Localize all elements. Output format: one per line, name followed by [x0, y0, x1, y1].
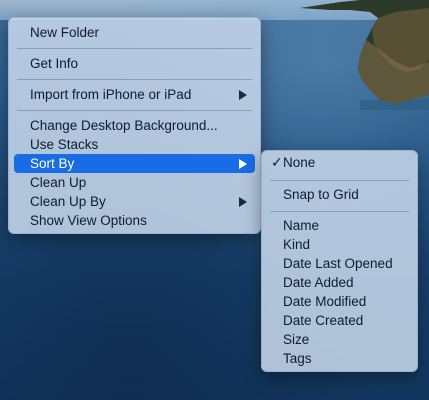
menu-separator	[17, 79, 252, 80]
menu-separator	[270, 211, 409, 212]
menu-item-label: Date Added	[283, 275, 354, 290]
menu-item-label: Change Desktop Background...	[30, 118, 218, 133]
submenu-item-name[interactable]: Name	[267, 216, 412, 235]
menu-item-new-folder[interactable]: New Folder	[14, 23, 255, 42]
menu-item-label: Date Modified	[283, 294, 367, 309]
menu-item-sort-by[interactable]: Sort By	[14, 154, 255, 173]
menu-item-clean-up-by[interactable]: Clean Up By	[14, 192, 255, 211]
menu-item-label: Sort By	[30, 156, 75, 171]
menu-item-label: Tags	[283, 351, 312, 366]
submenu-item-tags[interactable]: Tags	[267, 349, 412, 368]
submenu-item-size[interactable]: Size	[267, 330, 412, 349]
menu-item-label: Import from iPhone or iPad	[30, 87, 192, 102]
checkmark-icon: ✓	[271, 154, 283, 170]
menu-item-label: Clean Up By	[30, 194, 106, 209]
chevron-right-icon	[239, 90, 247, 100]
menu-item-label: Date Created	[283, 313, 364, 328]
menu-item-label: Show View Options	[30, 213, 147, 228]
menu-item-label: Get Info	[30, 56, 79, 71]
menu-separator	[17, 48, 252, 49]
submenu-item-date-last-opened[interactable]: Date Last Opened	[267, 254, 412, 273]
menu-item-clean-up[interactable]: Clean Up	[14, 173, 255, 192]
desktop-context-menu: New Folder Get Info Import from iPhone o…	[8, 17, 261, 234]
menu-item-label: Date Last Opened	[283, 256, 393, 271]
menu-item-label: Use Stacks	[30, 137, 99, 152]
chevron-right-icon	[239, 159, 247, 169]
chevron-right-icon	[239, 197, 247, 207]
menu-item-label: Name	[283, 218, 320, 233]
wallpaper-island	[300, 0, 429, 110]
submenu-item-none[interactable]: ✓ None	[267, 153, 412, 172]
menu-item-show-view-options[interactable]: Show View Options	[14, 211, 255, 230]
submenu-item-date-added[interactable]: Date Added	[267, 273, 412, 292]
menu-item-use-stacks[interactable]: Use Stacks	[14, 135, 255, 154]
menu-item-import-from-iphone[interactable]: Import from iPhone or iPad	[14, 85, 255, 104]
menu-item-get-info[interactable]: Get Info	[14, 54, 255, 73]
menu-item-label: New Folder	[30, 25, 100, 40]
menu-item-label: Clean Up	[30, 175, 87, 190]
menu-item-label: None	[283, 155, 316, 170]
submenu-item-date-modified[interactable]: Date Modified	[267, 292, 412, 311]
submenu-item-date-created[interactable]: Date Created	[267, 311, 412, 330]
menu-separator	[270, 180, 409, 181]
menu-item-change-desktop-background[interactable]: Change Desktop Background...	[14, 116, 255, 135]
submenu-item-snap-to-grid[interactable]: Snap to Grid	[267, 185, 412, 204]
menu-item-label: Size	[283, 332, 310, 347]
menu-separator	[17, 110, 252, 111]
menu-item-label: Snap to Grid	[283, 187, 359, 202]
menu-item-label: Kind	[283, 237, 311, 252]
sort-by-submenu: ✓ None Snap to Grid Name Kind Date Last …	[261, 150, 418, 372]
submenu-item-kind[interactable]: Kind	[267, 235, 412, 254]
